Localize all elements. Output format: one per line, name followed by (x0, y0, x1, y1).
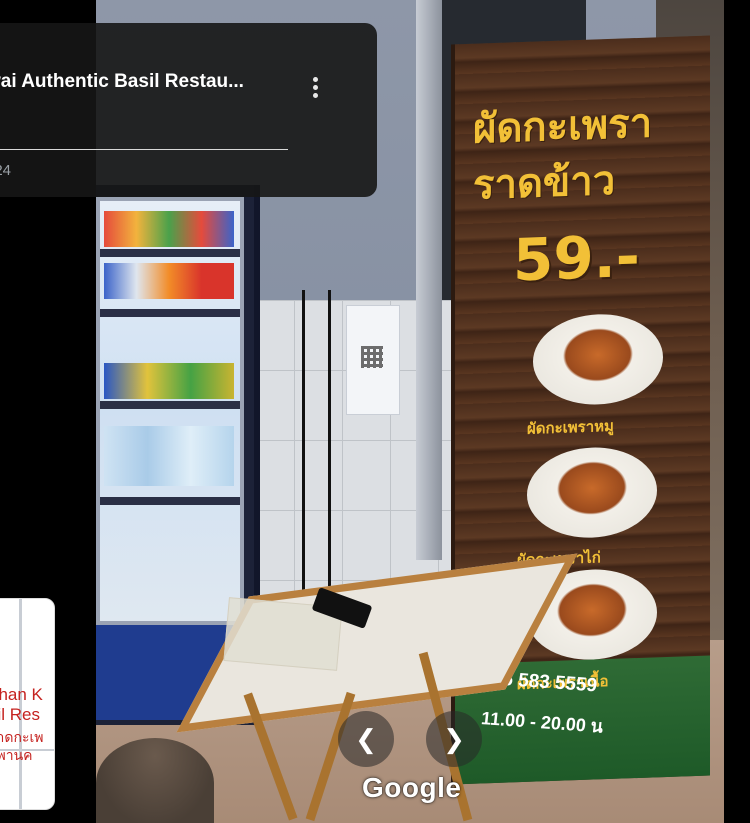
chevron-right-icon: ❯ (443, 723, 465, 754)
more-vert-icon (312, 84, 318, 90)
dish-photo (533, 312, 663, 407)
fridge-glass-door (96, 197, 244, 625)
capture-date: 024 (0, 162, 12, 179)
previous-photo-button[interactable]: ❮ (338, 711, 394, 767)
banner-price: 59.- (513, 221, 640, 295)
place-title[interactable]: wai Authentic Basil Restau... (0, 71, 286, 93)
banner-title: ผัดกะเพรา ราดข้าว (473, 94, 693, 214)
drink-bottles (104, 211, 234, 247)
qr-payment-sign (346, 305, 400, 415)
wooden-stool (96, 738, 214, 823)
water-bottles (104, 426, 234, 486)
fridge-shelf (100, 497, 240, 505)
chevron-left-icon: ❮ (355, 723, 377, 754)
banner-title-line: ผัดกะเพรา (473, 99, 653, 153)
qr-code-icon (361, 346, 383, 368)
more-options-button[interactable] (302, 71, 328, 103)
fridge-shelf (100, 249, 240, 257)
wall-pillar (416, 0, 442, 560)
more-vert-icon (312, 92, 318, 98)
dish-label: ผัดกะเพราหมู (527, 416, 614, 438)
map-place-label: ohan K (0, 685, 43, 704)
more-vert-icon (312, 76, 318, 82)
drink-bottles (104, 263, 234, 299)
place-info-card: wai Authentic Basil Restau... 024 (0, 23, 377, 197)
next-photo-button[interactable]: ❯ (426, 711, 482, 767)
banner-title-line: ราดข้าว (473, 156, 616, 209)
google-logo: Google (362, 772, 462, 803)
drink-bottles (104, 363, 234, 399)
map-place-label: ะพานค (0, 747, 33, 763)
dish-photo (527, 445, 657, 540)
fridge-shelf (100, 309, 240, 317)
mini-map[interactable]: ohan K sil Res ราดกะเพ ะพานค (0, 598, 55, 810)
power-cable (328, 290, 331, 610)
fridge-shelf (100, 401, 240, 409)
power-cable (302, 290, 305, 600)
divider (0, 149, 288, 150)
map-place-label: sil Res (0, 705, 41, 724)
